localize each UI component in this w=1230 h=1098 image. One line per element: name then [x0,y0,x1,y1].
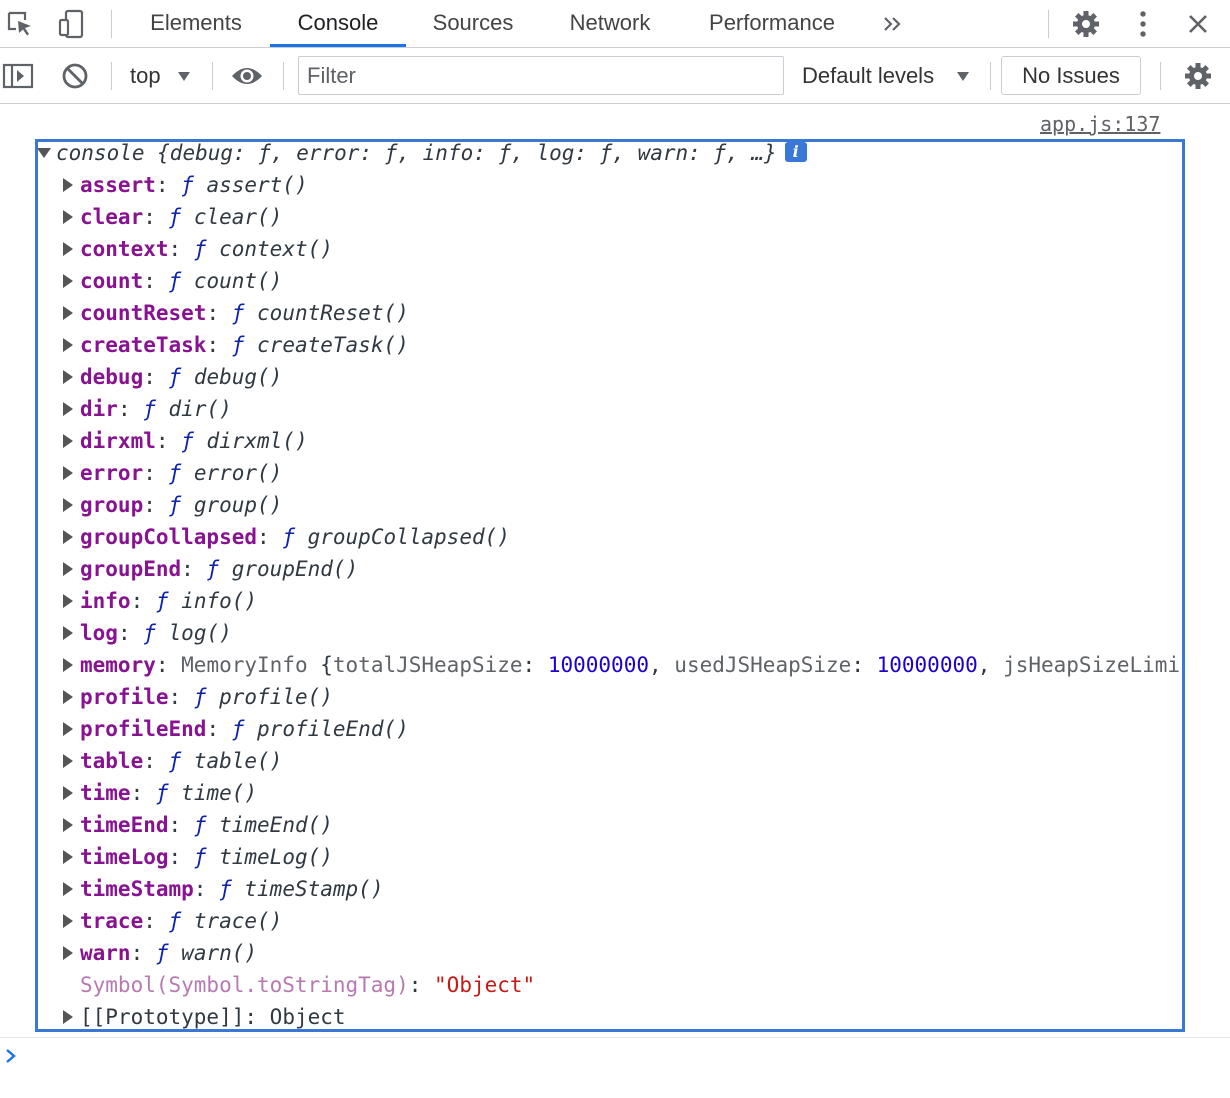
selection-highlight-box [35,139,1185,1032]
console-settings-gear-icon[interactable] [1180,58,1216,94]
close-icon[interactable] [1180,6,1216,42]
prompt-divider [0,1037,1230,1038]
console-prompt-chevron-icon[interactable] [4,1044,20,1068]
